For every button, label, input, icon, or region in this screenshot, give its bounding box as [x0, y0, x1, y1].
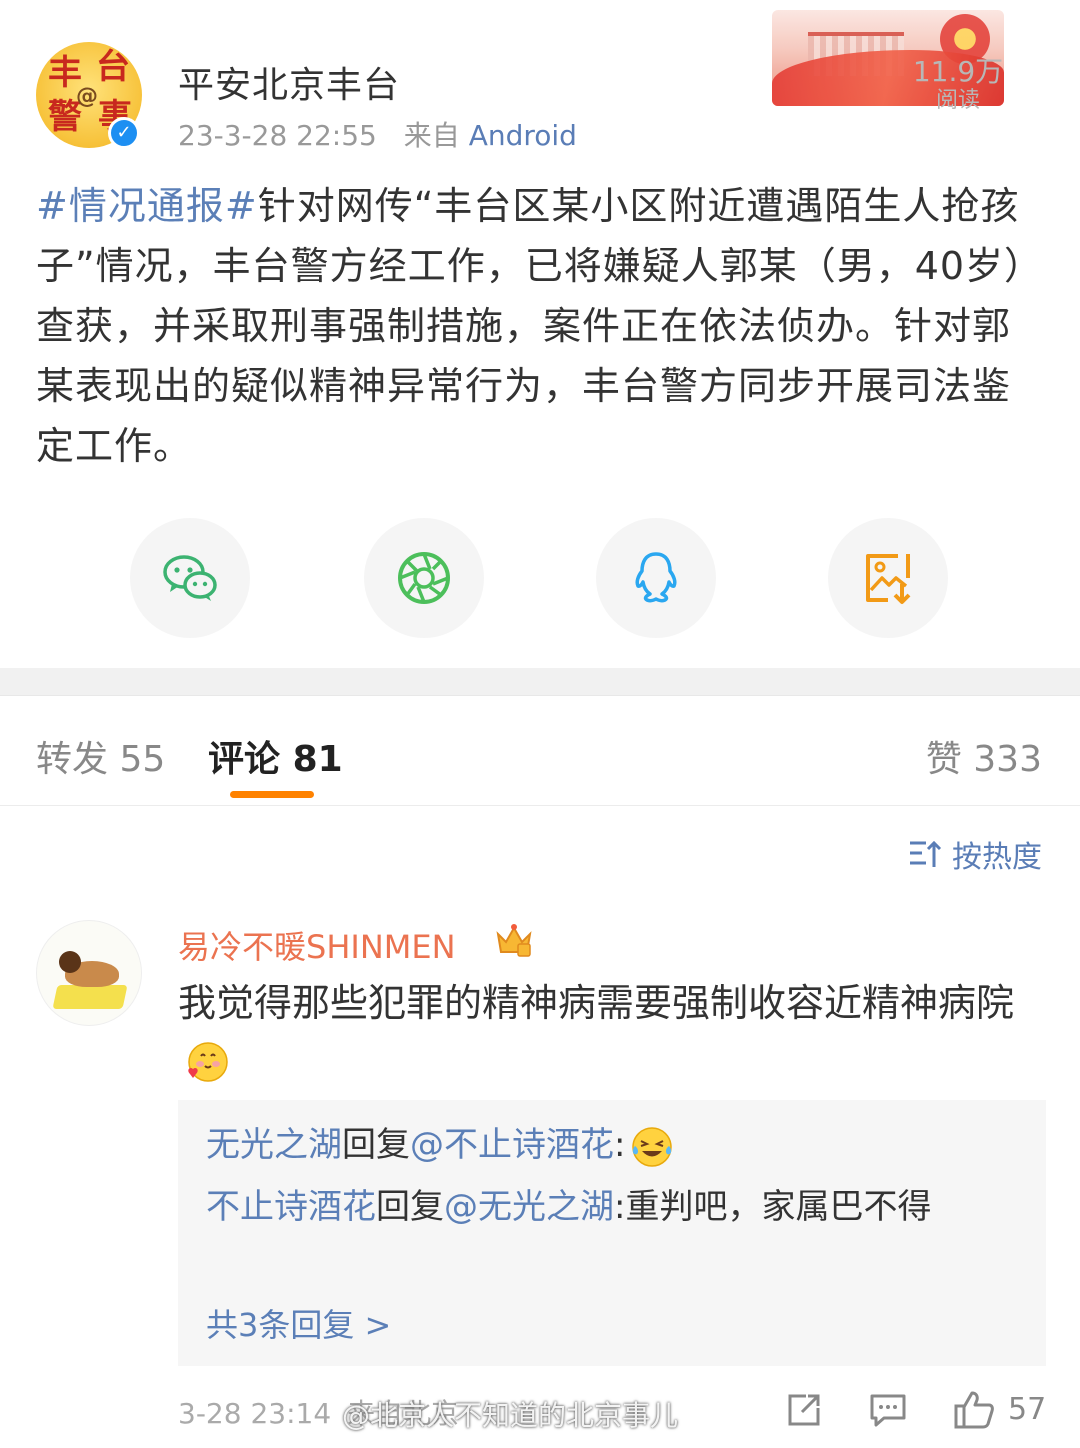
reply-target[interactable]: @不止诗酒花 — [410, 1125, 614, 1165]
post-source[interactable]: Android — [469, 119, 577, 152]
share-moments-button[interactable] — [364, 518, 484, 638]
tab-reposts-count: 55 — [119, 739, 166, 780]
comment-like-count: 57 — [1008, 1392, 1047, 1427]
read-count: 11.9万 阅读 — [902, 56, 1014, 114]
reply-colon: : — [614, 1187, 626, 1227]
reply-item: 无光之湖回复@不止诗酒花: — [206, 1116, 1026, 1174]
comment-time: 3-28 23:14 — [178, 1397, 332, 1430]
reply-content: 重判吧，家属巴不得 — [625, 1187, 932, 1227]
commenter-avatar[interactable] — [36, 920, 142, 1026]
share-comment-icon[interactable] — [784, 1390, 824, 1430]
topic-hashtag[interactable]: #情况通报# — [36, 184, 258, 228]
post-body: #情况通报#针对网传“丰台区某小区附近遭遇陌生人抢孩子”情况，丰台警方经工作，已… — [36, 176, 1046, 476]
author-name[interactable]: 平安北京丰台 — [178, 56, 400, 108]
tab-likes-count: 333 — [973, 739, 1042, 780]
read-count-label: 阅读 — [935, 88, 980, 113]
view-all-replies-link[interactable]: 共3条回复 > — [206, 1302, 391, 1348]
tab-comments-count: 81 — [292, 739, 343, 780]
love-face-emoji-icon — [188, 1041, 228, 1082]
avatar-at-sign: @ — [76, 84, 98, 109]
reply-target[interactable]: @无光之湖 — [444, 1187, 614, 1227]
sort-label: 按热度 — [952, 840, 1042, 875]
tab-comments-label: 评论 — [208, 739, 281, 780]
share-qq-button[interactable] — [596, 518, 716, 638]
source-prefix: 来自 — [403, 119, 460, 152]
avatar-head-graphic — [59, 951, 81, 973]
vip-crown-icon — [496, 924, 532, 957]
like-thumb-icon[interactable] — [952, 1390, 996, 1430]
tab-reposts[interactable]: 转发 55 — [36, 730, 165, 782]
save-image-button[interactable] — [828, 518, 948, 638]
reply-item: 不止诗酒花回复@无光之湖:重判吧，家属巴不得 — [206, 1178, 1026, 1236]
comment-item: 易冷不暖SHINMEN 我觉得那些犯罪的精神病需要强制收容近精神病院 无光之湖回… — [0, 900, 1080, 1448]
reply-preview-box[interactable]: 无光之湖回复@不止诗酒花: 不止诗酒花回复@无光之湖:重判吧，家属巴不得 共3条… — [178, 1100, 1046, 1366]
section-divider — [0, 668, 1080, 696]
qq-icon — [635, 552, 677, 603]
tab-comments[interactable]: 评论 81 — [208, 730, 343, 782]
wechat-icon — [163, 555, 217, 601]
tab-likes-label: 赞 — [925, 739, 962, 780]
laughing-tears-emoji-icon — [632, 1126, 673, 1167]
reply-comment-icon[interactable] — [868, 1390, 908, 1430]
active-tab-indicator — [230, 791, 314, 798]
share-wechat-button[interactable] — [130, 518, 250, 638]
read-count-number: 11.9万 — [912, 55, 1004, 88]
interaction-tabs: 转发 55 评论 81 赞 333 — [0, 696, 1080, 806]
post-meta: 23-3-28 22:55 来自 Android — [178, 114, 577, 154]
moments-icon — [398, 552, 450, 604]
verified-badge-icon: ✓ — [108, 117, 140, 149]
share-bar — [130, 518, 950, 638]
save-image-icon — [866, 554, 911, 604]
reply-colon: : — [614, 1125, 626, 1165]
tab-likes[interactable]: 赞 333 — [926, 730, 1042, 782]
comment-text: 我觉得那些犯罪的精神病需要强制收容近精神病院 — [178, 974, 1048, 1090]
sort-icon — [910, 840, 942, 867]
commenter-username[interactable]: 易冷不暖SHINMEN — [178, 922, 456, 968]
reply-verb: 回复 — [342, 1125, 410, 1165]
sort-by-hot-button[interactable]: 按热度 — [908, 832, 1042, 876]
tab-reposts-label: 转发 — [36, 739, 109, 780]
weibo-post: 丰 台 警 事 @ ✓ 平安北京丰台 23-3-28 22:55 来自 Andr… — [0, 0, 1080, 668]
avatar-char-2: 台 — [96, 47, 130, 87]
reply-author[interactable]: 不止诗酒花 — [206, 1187, 376, 1227]
reply-author[interactable]: 无光之湖 — [206, 1125, 342, 1165]
comment-footer: 3-28 23:14 来自北京 @北京人不知道的北京事儿 57 — [178, 1390, 1046, 1434]
comment-text-content: 我觉得那些犯罪的精神病需要强制收容近精神病院 — [178, 981, 1015, 1025]
post-time: 23-3-28 22:55 — [178, 119, 377, 152]
image-watermark: @北京人不知道的北京事儿 — [342, 1399, 679, 1432]
avatar-bed-graphic — [52, 985, 128, 1009]
reply-verb: 回复 — [376, 1187, 444, 1227]
